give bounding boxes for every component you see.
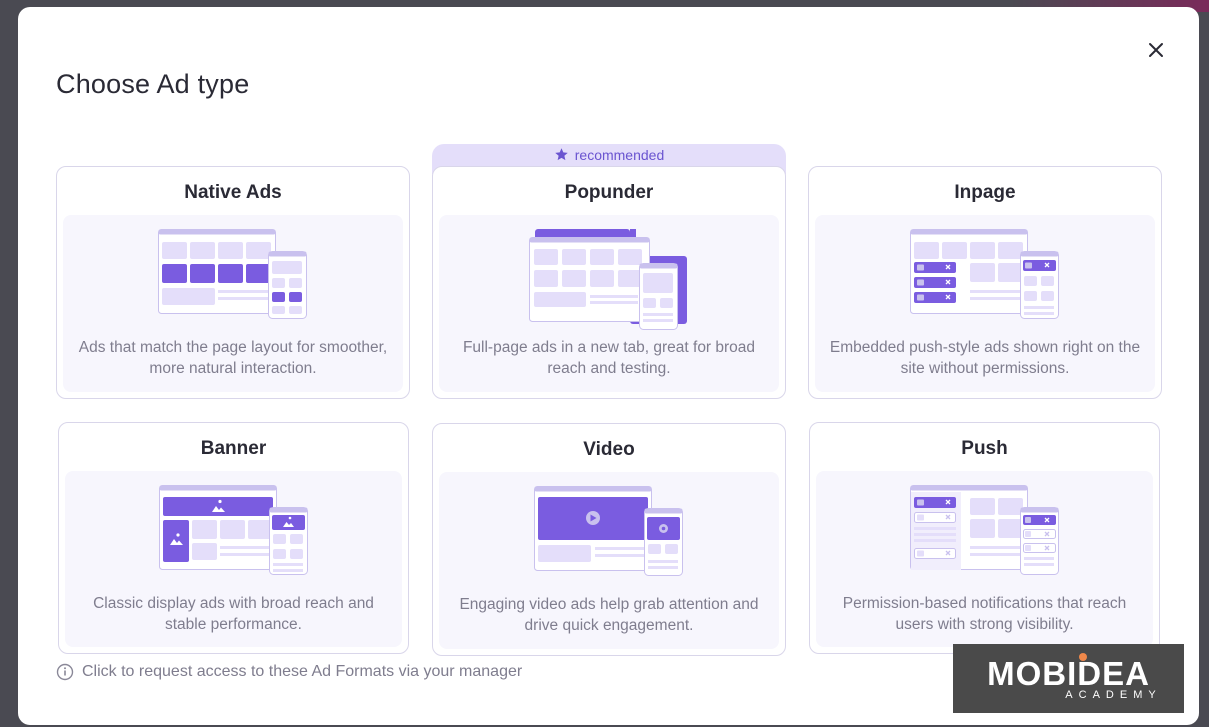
popunder-illustration	[529, 229, 687, 330]
info-icon	[56, 663, 74, 681]
close-button[interactable]	[1144, 38, 1168, 62]
mobidea-academy-watermark: MOBIDEA ACADEMY	[953, 644, 1184, 713]
watermark-name: MOBIDEA	[987, 652, 1150, 692]
push-illustration	[909, 485, 1059, 575]
choose-ad-type-dialog: Choose Ad type recommended Native Ads Ad…	[18, 7, 1199, 725]
card-body: Ads that match the page layout for smoot…	[63, 215, 403, 392]
card-description: Permission-based notifications that reac…	[842, 595, 1127, 633]
card-title: Banner	[200, 438, 267, 459]
card-title: Native Ads	[184, 182, 282, 203]
ad-type-card-native-ads[interactable]: Native Ads Ads that match the page layou…	[56, 166, 410, 399]
card-description: Full-page ads in a new tab, great for br…	[462, 339, 756, 377]
ad-type-card-push[interactable]: Push Permission-based notifications that…	[809, 422, 1160, 654]
card-title: Popunder	[564, 182, 654, 203]
card-body: Classic display ads with broad reach and…	[65, 471, 402, 647]
request-access-text: Click to request access to these Ad Form…	[82, 663, 523, 680]
dialog-title: Choose Ad type	[56, 69, 250, 99]
inpage-illustration	[910, 229, 1059, 319]
card-body: Permission-based notifications that reac…	[816, 471, 1153, 647]
card-title: Video	[583, 439, 635, 460]
watermark-dot	[1079, 652, 1088, 661]
banner-illustration	[158, 485, 308, 575]
recommended-label: recommended	[574, 146, 665, 163]
card-body: Embedded push-style ads shown right on t…	[815, 215, 1155, 392]
ad-type-card-popunder[interactable]: Popunder Full-page ads in a new tab, gre…	[432, 166, 786, 399]
native-ads-illustration	[158, 229, 307, 319]
star-icon	[555, 148, 568, 161]
card-body: Engaging video ads help grab attention a…	[439, 472, 779, 649]
card-title: Inpage	[954, 182, 1016, 203]
card-description: Ads that match the page layout for smoot…	[78, 339, 388, 377]
video-illustration	[534, 486, 683, 576]
ad-type-card-banner[interactable]: Banner Classic display ads with broad re…	[58, 422, 409, 654]
ad-type-card-inpage[interactable]: Inpage Embedded push-style ads shown rig…	[808, 166, 1162, 399]
card-description: Engaging video ads help grab attention a…	[459, 596, 759, 634]
card-description: Embedded push-style ads shown right on t…	[829, 339, 1141, 377]
request-access-note[interactable]: Click to request access to these Ad Form…	[56, 663, 522, 681]
close-icon	[1149, 43, 1163, 57]
card-body: Full-page ads in a new tab, great for br…	[439, 215, 779, 392]
card-description: Classic display ads with broad reach and…	[93, 595, 374, 633]
ad-type-card-video[interactable]: Video Engaging video ads help grab atten…	[432, 423, 786, 656]
card-title: Push	[961, 438, 1008, 459]
